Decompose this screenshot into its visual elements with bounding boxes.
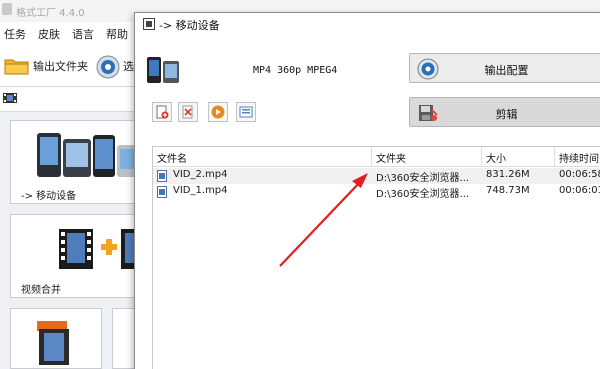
cell-filename: VID_2.mp4 xyxy=(173,169,228,180)
remove-file-icon xyxy=(182,105,193,119)
video-tab-icon[interactable] xyxy=(2,90,18,106)
mobile-devices-icon xyxy=(37,133,137,177)
output-format-label: MP4 360p MPEG4 xyxy=(253,65,338,76)
cell-duration: 00:06:01 xyxy=(559,185,600,196)
play-icon xyxy=(211,105,225,119)
add-file-icon xyxy=(156,105,169,119)
dialog-title: -> 移动设备 xyxy=(159,19,220,32)
output-folder-button[interactable]: 输出文件夹 xyxy=(33,58,88,74)
column-header-size[interactable]: 大小 xyxy=(482,147,555,167)
cell-size: 748.73M xyxy=(486,185,530,196)
menu-language[interactable]: 语言 xyxy=(72,26,94,42)
cell-folder: D:\360安全浏览器... xyxy=(376,189,470,200)
dialog-app-icon xyxy=(143,18,155,30)
app-logo-icon xyxy=(2,3,12,15)
mobile-device-tile-label: -> 移动设备 xyxy=(21,191,77,202)
mobile-device-dialog: -> 移动设备 MP4 360p MPEG4 输出配置 剪辑 文件名 文件夹 大… xyxy=(134,12,600,369)
video-merge-tile-label: 视频合并 xyxy=(21,285,61,296)
table-header: 文件名 文件夹 大小 持续时间 xyxy=(153,147,600,167)
remove-file-button[interactable] xyxy=(178,102,198,122)
output-config-button[interactable]: 输出配置 xyxy=(409,53,600,83)
play-button[interactable] xyxy=(208,102,228,122)
table-row[interactable]: VID_2.mp4 D:\360安全浏览器... 831.26M 00:06:5… xyxy=(153,168,600,184)
video-file-icon xyxy=(157,170,167,182)
table-row[interactable]: VID_1.mp4 D:\360安全浏览器... 748.73M 00:06:0… xyxy=(153,184,600,200)
file-list-table: 文件名 文件夹 大小 持续时间 VID_2.mp4 D:\360安全浏览器...… xyxy=(152,146,600,369)
video-merge-tile[interactable]: 视频合并 xyxy=(10,214,141,298)
options-button-label[interactable]: 选 xyxy=(123,58,134,74)
cell-duration: 00:06:58 xyxy=(559,169,600,180)
cell-size: 831.26M xyxy=(486,169,530,180)
function-panel: -> 移动设备 视频合并 xyxy=(0,112,141,369)
mobile-device-tile[interactable]: -> 移动设备 xyxy=(10,120,140,204)
menu-help[interactable]: 帮助 xyxy=(106,26,128,42)
cell-filename: VID_1.mp4 xyxy=(173,185,228,196)
add-file-button[interactable] xyxy=(152,102,172,122)
column-header-filename[interactable]: 文件名 xyxy=(153,147,372,167)
convert-tile[interactable] xyxy=(10,308,102,369)
menu-task[interactable]: 任务 xyxy=(4,26,26,42)
video-file-icon xyxy=(157,186,167,198)
video-file-icon xyxy=(37,321,69,365)
app-title: 格式工厂 4.4.0 xyxy=(16,8,85,19)
output-config-label: 输出配置 xyxy=(484,64,529,77)
edit-clip-button[interactable]: 剪辑 xyxy=(409,97,600,127)
media-info-icon xyxy=(239,106,253,118)
edit-clip-label: 剪辑 xyxy=(495,108,518,121)
column-header-duration[interactable]: 持续时间 xyxy=(555,147,600,167)
folder-icon[interactable] xyxy=(4,56,30,76)
cell-folder: D:\360安全浏览器... xyxy=(376,173,470,184)
options-gear-icon[interactable] xyxy=(95,54,121,80)
video-merge-icon xyxy=(59,229,141,269)
media-info-button[interactable] xyxy=(236,102,256,122)
dialog-titlebar: -> 移动设备 xyxy=(135,13,600,35)
mobile-phone-icon xyxy=(147,57,179,83)
column-header-folder[interactable]: 文件夹 xyxy=(372,147,482,167)
menu-skin[interactable]: 皮肤 xyxy=(38,26,60,42)
